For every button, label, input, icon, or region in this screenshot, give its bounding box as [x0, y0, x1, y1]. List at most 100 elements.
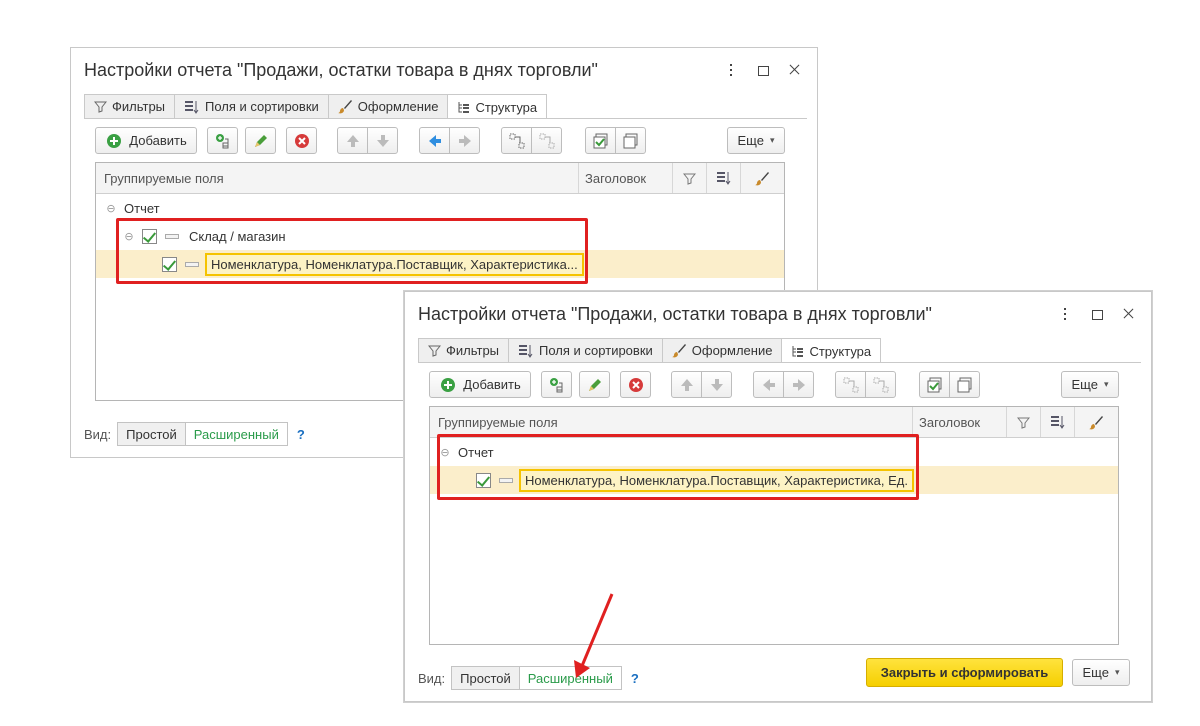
tab-fields-sort[interactable]: Поля и сортировки: [508, 338, 663, 362]
row-checkbox[interactable]: [162, 256, 177, 272]
check-all-icon: [927, 377, 941, 392]
tree-row-warehouse[interactable]: ⊖ Склад / магазин: [96, 222, 784, 250]
view-mode-switch: Простой Расширенный: [117, 422, 288, 446]
uncheck-all-button[interactable]: [949, 371, 980, 398]
view-mode-label: Вид:: [418, 670, 446, 686]
move-up-button[interactable]: [671, 371, 702, 398]
ungroup-button[interactable]: [865, 371, 896, 398]
move-down-button[interactable]: [701, 371, 732, 398]
add-button[interactable]: Добавить: [429, 371, 531, 398]
move-right-button[interactable]: [783, 371, 814, 398]
window-title: Настройки отчета "Продажи, остатки товар…: [84, 60, 598, 80]
check-all-button[interactable]: [585, 127, 616, 154]
pencil-icon: [254, 134, 267, 147]
tab-structure[interactable]: Структура: [781, 338, 882, 363]
more-button-label: Еще: [737, 133, 764, 148]
tree-row-nomenclature[interactable]: Номенклатура, Номенклатура.Поставщик, Ха…: [96, 250, 784, 278]
tab-appearance[interactable]: Оформление: [661, 338, 783, 362]
move-up-button[interactable]: [337, 127, 368, 154]
add-group-button[interactable]: [207, 127, 238, 154]
grid-header: Группируемые поля Заголовок: [96, 163, 784, 194]
help-icon[interactable]: ?: [297, 427, 305, 442]
column-filter[interactable]: [1006, 407, 1040, 437]
tab-appearance[interactable]: Оформление: [327, 94, 449, 118]
move-updown-group: [337, 127, 398, 154]
tree-row-report[interactable]: ⊖ Отчет: [430, 438, 1118, 466]
more-button[interactable]: Еще ▾: [727, 127, 785, 154]
column-filter[interactable]: [672, 163, 706, 193]
more-actions-icon[interactable]: [723, 62, 739, 78]
tab-filters[interactable]: Фильтры: [418, 338, 510, 362]
filter-icon: [428, 345, 441, 357]
arrow-down-icon: [376, 134, 389, 147]
tab-filters[interactable]: Фильтры: [84, 94, 176, 118]
add-circle-icon: [441, 377, 456, 392]
row-label: Номенклатура, Номенклатура.Поставщик, Ха…: [205, 252, 584, 276]
add-group-icon: [549, 377, 562, 392]
group-button[interactable]: [501, 127, 532, 154]
column-grouped-fields[interactable]: Группируемые поля: [96, 163, 578, 193]
red-arrow-annotation: [574, 593, 614, 678]
row-checkbox[interactable]: [476, 472, 491, 488]
maximize-icon[interactable]: [1089, 306, 1105, 322]
move-left-button[interactable]: [753, 371, 784, 398]
column-fields-sort[interactable]: [1040, 407, 1074, 437]
collapse-icon[interactable]: ⊖: [438, 446, 452, 459]
group-ops-group: [835, 371, 896, 398]
column-fields-sort[interactable]: [706, 163, 740, 193]
move-left-button[interactable]: [419, 127, 450, 154]
ungroup-button[interactable]: [531, 127, 562, 154]
delete-button[interactable]: [286, 127, 317, 154]
delete-button[interactable]: [620, 371, 651, 398]
brush-icon: [337, 100, 352, 114]
uncheck-all-button[interactable]: [615, 127, 646, 154]
footer-more-button[interactable]: Еще ▾: [1072, 659, 1130, 686]
group-button[interactable]: [835, 371, 866, 398]
tab-label: Фильтры: [446, 343, 500, 358]
check-group: [919, 371, 980, 398]
tab-structure[interactable]: Структура: [447, 94, 548, 119]
mode-simple-button[interactable]: Простой: [451, 666, 520, 690]
arrow-down-icon: [710, 378, 723, 391]
more-button[interactable]: Еще ▾: [1061, 371, 1119, 398]
move-right-button[interactable]: [449, 127, 480, 154]
close-and-generate-button[interactable]: Закрыть и сформировать: [866, 658, 1063, 687]
maximize-icon[interactable]: [755, 62, 771, 78]
add-button-label: Добавить: [129, 133, 187, 148]
column-appearance[interactable]: [1074, 407, 1118, 437]
edit-button[interactable]: [245, 127, 276, 154]
column-appearance[interactable]: [740, 163, 784, 193]
fields-sort-icon: [1050, 416, 1064, 429]
row-checkbox[interactable]: [142, 228, 157, 244]
tab-fields-sort[interactable]: Поля и сортировки: [174, 94, 329, 118]
edit-button[interactable]: [579, 371, 610, 398]
mode-extended-button[interactable]: Расширенный: [184, 422, 288, 446]
structure-icon: [458, 101, 470, 113]
more-actions-icon[interactable]: [1057, 306, 1073, 322]
arrow-left-icon: [428, 134, 441, 147]
help-icon[interactable]: ?: [631, 671, 639, 686]
tree-row-report[interactable]: ⊖ Отчет: [96, 194, 784, 222]
structure-grid: Группируемые поля Заголовок ⊖ Отчет Номе…: [429, 406, 1119, 645]
ungroup-icon: [539, 133, 554, 148]
close-icon[interactable]: [1121, 306, 1137, 322]
brush-icon: [1089, 415, 1103, 429]
report-settings-window-front: Настройки отчета "Продажи, остатки товар…: [404, 291, 1152, 702]
check-all-button[interactable]: [919, 371, 950, 398]
column-grouped-fields[interactable]: Группируемые поля: [430, 407, 912, 437]
add-button[interactable]: Добавить: [95, 127, 197, 154]
close-icon[interactable]: [787, 62, 803, 78]
column-title[interactable]: Заголовок: [578, 163, 672, 193]
group-icon: [843, 377, 858, 392]
column-title[interactable]: Заголовок: [912, 407, 1006, 437]
move-down-button[interactable]: [367, 127, 398, 154]
tab-bar: Фильтры Поля и сортировки Оформление Стр…: [418, 338, 882, 363]
tree-row-nomenclature[interactable]: Номенклатура, Номенклатура.Поставщик, Ха…: [430, 466, 1118, 494]
brush-icon: [671, 344, 686, 358]
toolbar: Добавить Еще ▾: [429, 371, 1120, 399]
mode-simple-button[interactable]: Простой: [117, 422, 186, 446]
add-circle-icon: [107, 133, 122, 148]
add-group-button[interactable]: [541, 371, 572, 398]
collapse-icon[interactable]: ⊖: [104, 202, 118, 215]
collapse-icon[interactable]: ⊖: [122, 230, 136, 243]
